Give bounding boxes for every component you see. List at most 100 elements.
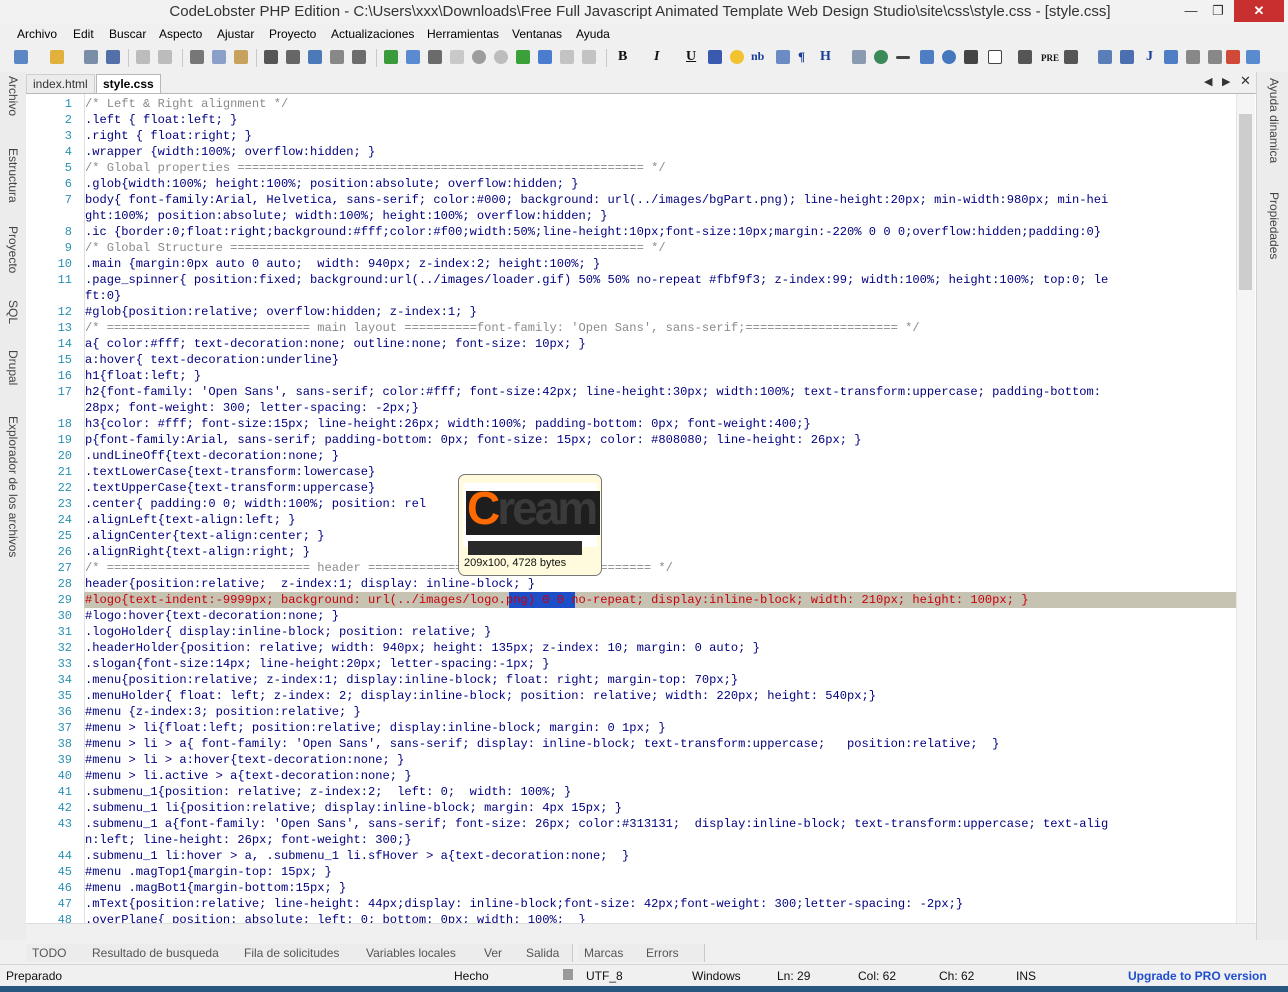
- menu-edit[interactable]: Edit: [73, 27, 94, 41]
- code-line[interactable]: .textLowerCase{text-transform:lowercase}: [85, 464, 375, 480]
- menu-ayuda[interactable]: Ayuda: [576, 27, 610, 41]
- scrollbar-thumb[interactable]: [1239, 114, 1252, 290]
- javascript-button[interactable]: J: [1146, 49, 1153, 65]
- code-line[interactable]: ft:0}: [85, 288, 121, 304]
- goto-icon[interactable]: [308, 50, 322, 64]
- list-icon[interactable]: [1018, 50, 1032, 64]
- paste-icon[interactable]: [234, 50, 248, 64]
- refresh-icon[interactable]: [942, 50, 956, 64]
- step-out-icon[interactable]: [582, 50, 596, 64]
- code-line[interactable]: #logo:hover{text-decoration:none; }: [85, 608, 339, 624]
- code-line[interactable]: .menu{position:relative; z-index:1; disp…: [85, 672, 738, 688]
- code-line[interactable]: a{ color:#fff; text-decoration:none; out…: [85, 336, 586, 352]
- code-line[interactable]: .wrapper {width:100%; overflow:hidden; }: [85, 144, 375, 160]
- code-line[interactable]: /* Left & Right alignment */: [85, 96, 288, 112]
- underline-button[interactable]: U: [686, 49, 696, 65]
- side-tab-sql[interactable]: SQL: [0, 300, 20, 324]
- close-window-button[interactable]: ✕: [1234, 0, 1284, 22]
- status-encoding[interactable]: UTF_8: [586, 969, 623, 983]
- menu-buscar[interactable]: Buscar: [109, 27, 146, 41]
- save-icon[interactable]: [84, 50, 98, 64]
- copy-icon[interactable]: [212, 50, 226, 64]
- tab-errors[interactable]: Errors: [640, 944, 705, 962]
- code-line[interactable]: .glob{width:100%; height:100%; position:…: [85, 176, 579, 192]
- code-line[interactable]: #menu .magBot1{margin-bottom:15px; }: [85, 880, 346, 896]
- code-line[interactable]: header{position:relative; z-index:1; dis…: [85, 576, 535, 592]
- side-tab-explorador[interactable]: Explorador de los archivos: [0, 416, 20, 557]
- iframe-icon[interactable]: [1186, 50, 1200, 64]
- format-icon[interactable]: [352, 50, 366, 64]
- find-icon[interactable]: [264, 50, 278, 64]
- code-line[interactable]: .right { float:right; }: [85, 128, 252, 144]
- code-line[interactable]: #menu > li{float:left; position:relative…: [85, 720, 666, 736]
- code-line[interactable]: .alignLeft{text-align:left; }: [85, 512, 295, 528]
- breakpoint-icon[interactable]: [472, 50, 486, 64]
- code-line[interactable]: /* ============================ main lay…: [85, 320, 920, 336]
- code-line[interactable]: 28px; font-weight: 300; letter-spacing: …: [85, 400, 419, 416]
- tab-resultado-busqueda[interactable]: Resultado de busqueda: [86, 944, 239, 962]
- image-icon[interactable]: [852, 50, 866, 64]
- nbsp-button[interactable]: nb: [751, 49, 764, 64]
- link-globe-icon[interactable]: [874, 50, 888, 64]
- tab-prev-arrow[interactable]: ◀: [1204, 75, 1212, 88]
- side-tab-proyecto[interactable]: Proyecto: [0, 226, 20, 273]
- save-all-icon[interactable]: [106, 50, 120, 64]
- status-line-endings[interactable]: Windows: [692, 969, 741, 983]
- code-line[interactable]: .menuHolder{ float: left; z-index: 2; di…: [85, 688, 876, 704]
- tab-close-button[interactable]: ✕: [1240, 73, 1251, 89]
- code-line[interactable]: .submenu_1 li{position:relative; display…: [85, 800, 622, 816]
- cut-icon[interactable]: [190, 50, 204, 64]
- code-line[interactable]: .submenu_1{position: relative; z-index:2…: [85, 784, 571, 800]
- menu-proyecto[interactable]: Proyecto: [269, 27, 316, 41]
- code-line[interactable]: #menu {z-index:3; position:relative; }: [85, 704, 361, 720]
- ordered-list-icon[interactable]: [1064, 50, 1078, 64]
- tab-marcas[interactable]: Marcas: [578, 944, 641, 962]
- menu-herramientas[interactable]: Herramientas: [427, 27, 499, 41]
- step-into-icon[interactable]: [538, 50, 552, 64]
- play-icon[interactable]: [516, 50, 530, 64]
- code-line[interactable]: .undLineOff{text-decoration:none; }: [85, 448, 339, 464]
- side-tab-archivo[interactable]: Archivo: [0, 76, 20, 116]
- tab-next-arrow[interactable]: ▶: [1222, 75, 1230, 88]
- horizontal-rule-icon[interactable]: [896, 56, 910, 59]
- side-tab-ayuda-dinamica[interactable]: Ayuda dinamica: [1261, 78, 1281, 163]
- code-line[interactable]: .slogan{font-size:14px; line-height:20px…: [85, 656, 549, 672]
- debug-window-icon[interactable]: [428, 50, 442, 64]
- font-color-icon[interactable]: [708, 50, 722, 64]
- code-line[interactable]: #menu > li > a:hover{text-decoration:non…: [85, 752, 404, 768]
- heading-button[interactable]: H: [820, 49, 831, 65]
- run-icon[interactable]: [384, 50, 398, 64]
- side-tab-propiedades[interactable]: Propiedades: [1261, 192, 1281, 259]
- new-file-icon[interactable]: [14, 50, 28, 64]
- tab-salida[interactable]: Salida: [520, 944, 573, 962]
- code-line[interactable]: #glob{position:relative; overflow:hidden…: [85, 304, 477, 320]
- code-editor[interactable]: 1 2 3 4 5 6 7 8 9 10 11 12 13 14 15 16 17 18 19 20 21 22 23 24 2…: [26, 93, 1256, 924]
- stop-icon[interactable]: [450, 50, 464, 64]
- table-icon[interactable]: [1098, 50, 1112, 64]
- code-line[interactable]: .mText{position:relative; line-height: 4…: [85, 896, 963, 912]
- code-line[interactable]: .ic {border:0;float:right;background:#ff…: [85, 224, 1101, 240]
- code-line[interactable]: h2{font-family: 'Open Sans', sans-serif;…: [85, 384, 1101, 400]
- menu-archivo[interactable]: Archivo: [17, 27, 57, 41]
- code-line[interactable]: .textUpperCase{text-transform:uppercase}: [85, 480, 375, 496]
- code-line[interactable]: .alignCenter{text-align:center; }: [85, 528, 325, 544]
- tab-todo[interactable]: TODO: [26, 944, 87, 962]
- redo-icon[interactable]: [158, 50, 172, 64]
- div-box-icon[interactable]: [988, 50, 1002, 64]
- preformatted-button[interactable]: PRE: [1041, 53, 1059, 63]
- open-folder-icon[interactable]: [50, 50, 64, 64]
- vertical-scrollbar[interactable]: [1236, 94, 1255, 924]
- frame-icon[interactable]: [1208, 50, 1222, 64]
- code-line[interactable]: #menu > li > a{ font-family: 'Open Sans'…: [85, 736, 999, 752]
- replace-icon[interactable]: [286, 50, 300, 64]
- tab-fila-solicitudes[interactable]: Fila de solicitudes: [238, 944, 361, 962]
- code-line[interactable]: .logoHolder{ display:inline-block; posit…: [85, 624, 491, 640]
- smiley-icon[interactable]: [730, 50, 744, 64]
- style-icon[interactable]: [1164, 50, 1178, 64]
- code-line[interactable]: #menu > li.active > a{text-decoration:no…: [85, 768, 412, 784]
- undo-icon[interactable]: [136, 50, 150, 64]
- browser-icon[interactable]: [1246, 50, 1260, 64]
- code-line[interactable]: h1{float:left; }: [85, 368, 201, 384]
- code-line[interactable]: .main {margin:0px auto 0 auto; width: 94…: [85, 256, 600, 272]
- anchor-icon[interactable]: [920, 50, 934, 64]
